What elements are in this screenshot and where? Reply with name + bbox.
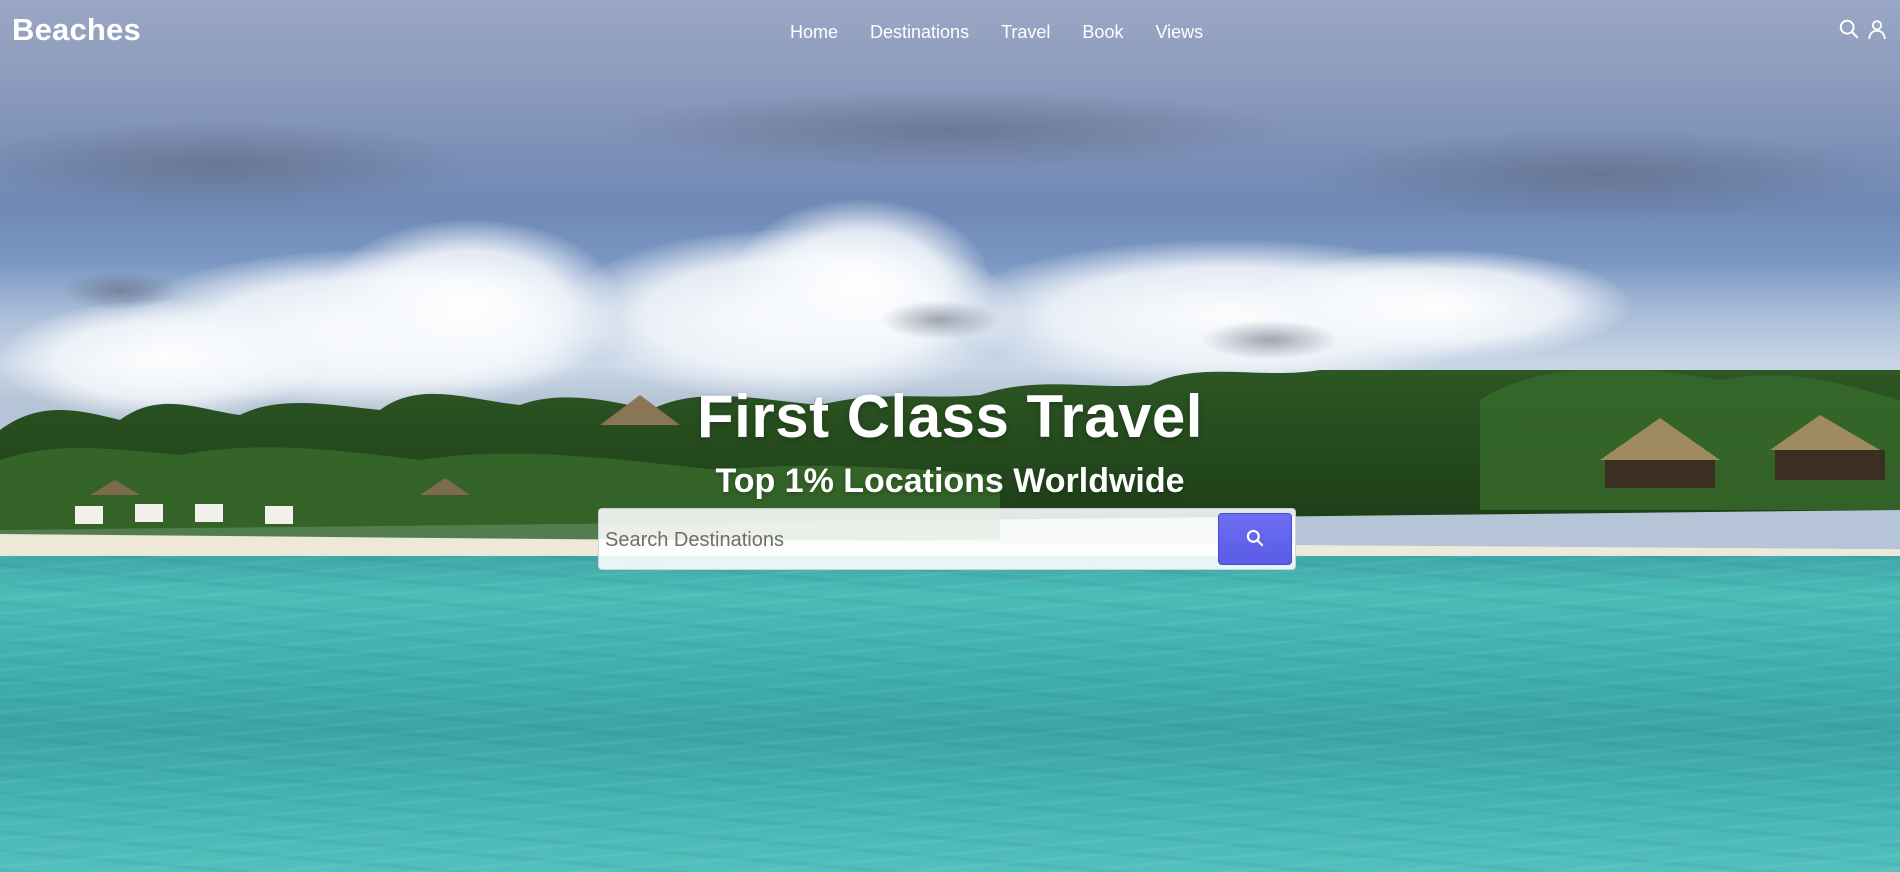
- page: Beaches Home Destinations Travel Book Vi…: [0, 0, 1900, 872]
- nav-item-home[interactable]: Home: [790, 22, 838, 43]
- search-icon: [1245, 528, 1265, 551]
- header-actions: [1838, 18, 1888, 40]
- hero-subtitle: Top 1% Locations Worldwide: [715, 462, 1185, 500]
- destination-search: [598, 508, 1296, 570]
- nav-item-book[interactable]: Book: [1082, 22, 1123, 43]
- nav-item-travel[interactable]: Travel: [1001, 22, 1050, 43]
- search-icon[interactable]: [1838, 18, 1860, 40]
- nav-item-destinations[interactable]: Destinations: [870, 22, 969, 43]
- site-header: Beaches Home Destinations Travel Book Vi…: [0, 0, 1900, 66]
- user-icon[interactable]: [1866, 18, 1888, 40]
- search-button[interactable]: [1218, 513, 1292, 565]
- nav-item-views[interactable]: Views: [1155, 22, 1203, 43]
- hero-title: First Class Travel: [697, 383, 1203, 450]
- main-nav: Home Destinations Travel Book Views: [790, 22, 1203, 43]
- site-logo[interactable]: Beaches: [12, 12, 141, 48]
- search-input[interactable]: [603, 519, 1207, 561]
